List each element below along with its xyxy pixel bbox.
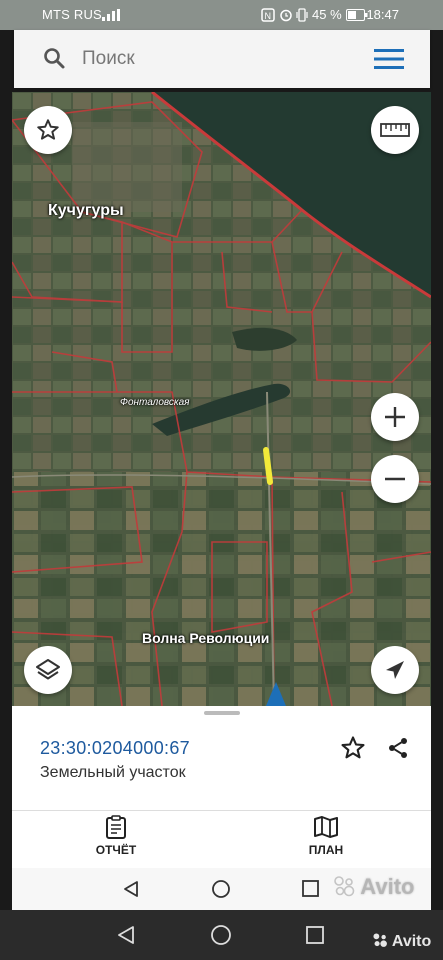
map-icon	[314, 816, 338, 838]
drag-handle[interactable]	[204, 711, 240, 715]
search-input[interactable]: Поиск	[82, 48, 135, 70]
favorite-button[interactable]	[24, 106, 72, 154]
layers-icon	[36, 659, 60, 680]
star-icon	[37, 119, 59, 140]
clock: 18:47	[366, 7, 399, 22]
measure-button[interactable]	[371, 106, 419, 154]
back-icon[interactable]	[122, 880, 140, 898]
satellite-map[interactable]	[12, 92, 431, 706]
recents-icon[interactable]	[302, 880, 319, 897]
favorite-star-icon[interactable]	[339, 734, 367, 762]
bottom-navigation: ОТЧЁТ ПЛАН	[12, 810, 431, 869]
report-tab[interactable]: ОТЧЁТ	[76, 815, 156, 857]
clipboard-icon	[106, 815, 126, 839]
my-location-button[interactable]	[371, 646, 419, 694]
selected-parcel[interactable]	[263, 447, 273, 485]
menu-icon[interactable]	[374, 48, 404, 70]
recents-icon[interactable]	[306, 926, 324, 944]
map-view[interactable]: Кучугуры Фонталовская Волна Революции	[12, 92, 431, 706]
nfc-icon: N	[261, 8, 275, 22]
carrier-label: MTS RUS	[42, 7, 102, 22]
map-label-village-2: Волна Революции	[142, 630, 270, 646]
watermark-avito-2: Avito	[372, 932, 431, 951]
report-tab-label: ОТЧЁТ	[95, 843, 137, 857]
home-icon[interactable]	[211, 879, 231, 899]
plan-tab-label: ПЛАН	[308, 843, 344, 857]
zoom-out-button[interactable]	[371, 455, 419, 503]
map-label-river: Фонталовская	[120, 397, 190, 408]
plan-tab[interactable]: ПЛАН	[286, 815, 366, 857]
battery-icon	[346, 9, 368, 21]
back-icon[interactable]	[116, 925, 136, 945]
home-icon[interactable]	[210, 924, 232, 946]
ruler-icon	[380, 123, 410, 137]
share-icon[interactable]	[386, 736, 410, 760]
layers-button[interactable]	[24, 646, 72, 694]
alarm-icon	[280, 9, 292, 22]
parcel-type: Земельный участок	[40, 764, 186, 781]
search-bar[interactable]: Поиск	[14, 30, 430, 88]
signal-icon	[102, 9, 120, 21]
map-label-village: Кучугуры	[48, 202, 124, 219]
minus-icon	[385, 477, 405, 481]
search-icon	[44, 48, 65, 69]
zoom-in-button[interactable]	[371, 393, 419, 441]
avito-logo-icon	[373, 933, 387, 947]
svg-text:N: N	[265, 11, 272, 21]
battery-percent: 45 %	[312, 7, 342, 22]
parcel-info-sheet[interactable]: 23:30:0204000:67 Земельный участок	[12, 706, 431, 810]
navigation-arrow-icon	[386, 661, 404, 679]
cadastral-number: 23:30:0204000:67	[40, 738, 190, 758]
vibrate-icon	[296, 8, 308, 22]
avito-logo-icon	[334, 876, 355, 897]
watermark-avito: Avito	[333, 874, 414, 900]
status-bar: MTS RUS N 45 % 18:47	[0, 0, 443, 30]
plus-icon	[385, 407, 405, 427]
